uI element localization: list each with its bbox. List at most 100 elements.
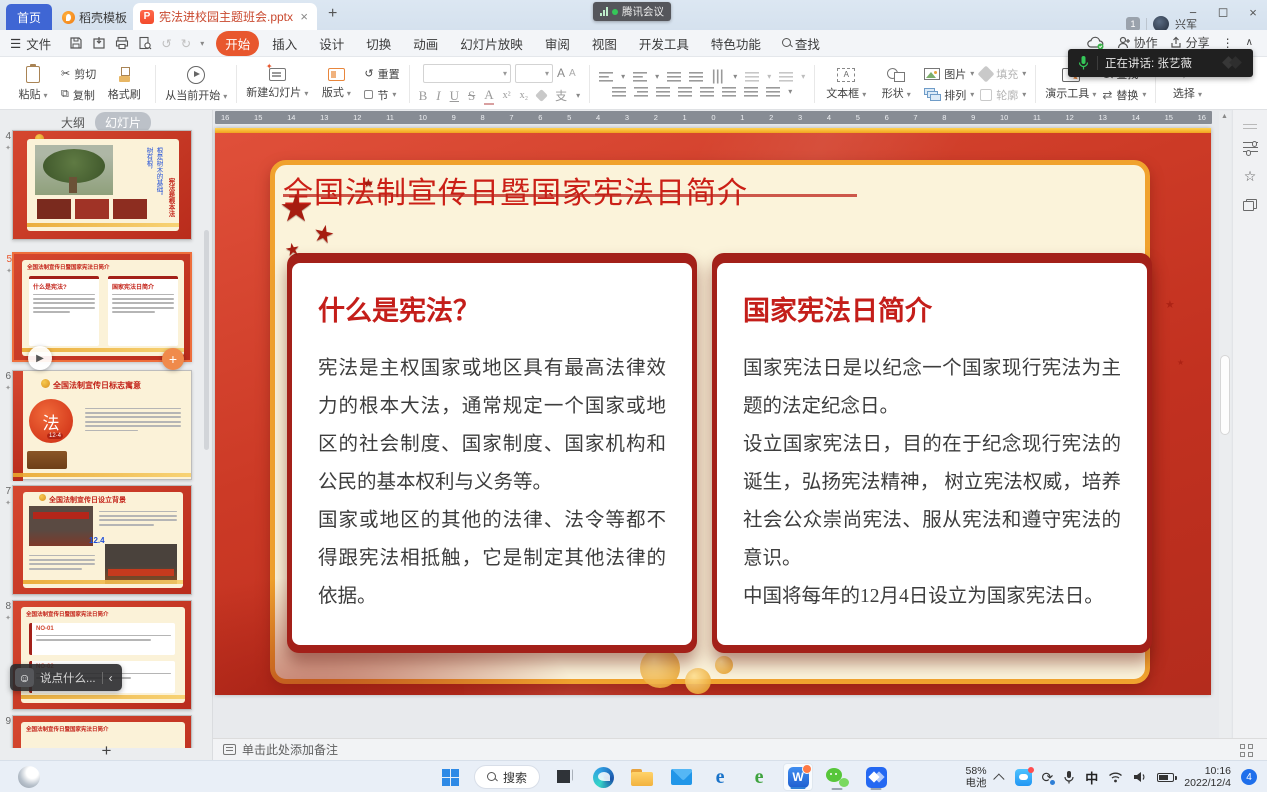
object-properties-icon[interactable] [1242, 140, 1258, 158]
meeting-speaking-bar[interactable]: 正在讲话: 张艺薇 [1068, 49, 1253, 77]
increase-font-icon[interactable]: A [557, 66, 565, 80]
align-right-icon[interactable] [656, 86, 670, 97]
tab-slideshow[interactable]: 幻灯片放映 [451, 31, 532, 56]
hidden-icons-chevron[interactable] [993, 773, 1004, 784]
decrease-font-icon[interactable]: A [569, 68, 576, 79]
scrollbar-thumb[interactable] [1220, 355, 1230, 435]
slide-sorter-icon[interactable] [1240, 744, 1253, 757]
save-icon[interactable] [69, 36, 83, 50]
fill-button[interactable]: 填充 ▾ [980, 66, 1026, 82]
slide-title[interactable]: 全国法制宣传日暨国家宪法日简介 [283, 168, 748, 212]
selection-pane-icon[interactable] [1242, 198, 1258, 216]
bullet-list-icon[interactable] [599, 71, 613, 82]
notification-badge[interactable]: 4 [1241, 769, 1257, 785]
text-align-vertical-icon[interactable] [766, 86, 780, 97]
taskbar-search[interactable]: 搜索 [474, 765, 540, 789]
cut-button[interactable]: ✂剪切 [61, 66, 96, 82]
new-tab-button[interactable]: + [328, 5, 337, 23]
meeting-chat-bubble[interactable]: ☺ 说点什么... ‹ [10, 664, 122, 691]
widgets-button[interactable] [18, 766, 40, 788]
play-slideshow-button[interactable]: ▶ [28, 346, 52, 370]
text-box-button[interactable]: A 文本框 ▾ [824, 68, 868, 101]
clear-format-icon[interactable] [535, 89, 548, 102]
tencent-meeting-button[interactable] [861, 763, 891, 791]
tencent-meeting-pill[interactable]: 腾讯会议 [593, 2, 671, 21]
new-slide-button[interactable]: 新建幻灯片 ▾ [246, 68, 308, 100]
quick-access-caret-icon[interactable]: ▾ [200, 39, 204, 48]
add-slide-button[interactable]: + [0, 742, 213, 760]
paragraph-spacing-icon[interactable] [744, 86, 758, 97]
slide-thumbnail-4[interactable]: 4 ✦ 树有根， 根是树木的基础。 宪法是根本法 [12, 130, 192, 240]
browser-green-e-button[interactable]: e [744, 763, 774, 791]
undo-icon[interactable]: ↺ [161, 36, 171, 51]
text-tool-button[interactable]: 支 [555, 87, 567, 104]
scroll-up-icon[interactable]: ▲ [1221, 113, 1228, 120]
more-options-icon[interactable]: ⋮ [1222, 36, 1234, 50]
collapse-ribbon-icon[interactable]: ∧ [1246, 37, 1253, 48]
wifi-icon[interactable] [1108, 771, 1123, 783]
doc-count-badge[interactable]: 1 [1126, 17, 1140, 31]
edge-browser-button[interactable] [588, 763, 618, 791]
panel-handle-icon[interactable] [1242, 116, 1258, 134]
justify-icon[interactable] [678, 86, 692, 97]
file-explorer-button[interactable] [627, 763, 657, 791]
bold-button[interactable]: B [419, 88, 428, 104]
new-slide-floating-button[interactable]: + [162, 348, 184, 370]
numbered-list-icon[interactable] [633, 71, 647, 82]
card-what-is-constitution[interactable]: 什么是宪法？ 宪法是主权国家或地区具有最高法律效力的根本大法，通常规定一个国家或… [287, 253, 697, 653]
card-constitution-day[interactable]: 国家宪法日简介 国家宪法日是以纪念一个国家现行宪法为主题的法定纪念日。 设立国家… [712, 253, 1152, 653]
mail-button[interactable] [666, 763, 696, 791]
slide-thumbnail-8[interactable]: 8 ✦ 全国法制宣传日暨国家宪法日简介 NO-01 NO-02 [12, 600, 192, 710]
picture-button[interactable]: 图片 ▾ [924, 66, 974, 82]
clock[interactable]: 10:16 2022/12/4 [1184, 765, 1231, 789]
tab-transition[interactable]: 切换 [357, 31, 400, 56]
line-spacing-icon[interactable] [722, 86, 736, 97]
reset-button[interactable]: ↺重置 [364, 66, 399, 82]
font-color-button[interactable]: A [484, 87, 493, 105]
messaging-tray-icon[interactable] [1015, 769, 1032, 786]
format-painter-button[interactable]: 格式刷 [102, 67, 146, 102]
tab-insert[interactable]: 插入 [263, 31, 306, 56]
play-from-current-button[interactable]: 从当前开始 ▾ [165, 66, 227, 103]
task-view-button[interactable] [549, 763, 579, 791]
replace-button[interactable]: ⇄替换 ▾ [1102, 87, 1146, 103]
effects-star-icon[interactable]: ☆ [1242, 168, 1258, 185]
sidebar-scrollbar[interactable] [204, 230, 209, 450]
collapse-chat-icon[interactable]: ‹ [109, 671, 113, 685]
tab-animation[interactable]: 动画 [404, 31, 447, 56]
speaker-icon[interactable] [1133, 771, 1147, 783]
tab-home-ribbon[interactable]: 开始 [216, 31, 259, 56]
layout-button[interactable]: 版式 ▾ [314, 68, 358, 100]
slide-thumbnail-6[interactable]: 6 ✦ 全国法制宣传日标志寓意 法 12·4 [12, 370, 192, 480]
align-center-icon[interactable] [634, 86, 648, 97]
strikethrough-button[interactable]: S [468, 88, 475, 104]
start-button[interactable] [435, 763, 465, 791]
shapes-button[interactable]: 形状 ▾ [874, 68, 918, 101]
section-button[interactable]: 节 ▾ [364, 87, 399, 103]
export-icon[interactable] [92, 36, 106, 50]
chat-placeholder[interactable]: 说点什么... [40, 670, 96, 686]
decrease-indent-icon[interactable] [667, 71, 681, 82]
print-icon[interactable] [115, 36, 129, 50]
align-left-icon[interactable] [612, 86, 626, 97]
text-direction-icon[interactable] [745, 71, 759, 82]
align-objects-icon[interactable] [779, 71, 793, 82]
underline-button[interactable]: U [450, 88, 459, 104]
italic-button[interactable]: I [436, 88, 440, 104]
arrange-button[interactable]: 排列 ▾ [924, 87, 974, 103]
vertical-scrollbar[interactable]: ▲ [1219, 111, 1231, 738]
notes-bar[interactable]: 单击此处添加备注 [213, 738, 1267, 760]
tab-document[interactable]: P 宪法进校园主题班会.pptx × [133, 3, 317, 30]
sync-tray-icon[interactable]: ⟳ [1042, 769, 1054, 786]
subscript-button[interactable]: x₂ [520, 90, 529, 101]
tab-special-features[interactable]: 特色功能 [702, 31, 770, 56]
tab-home[interactable]: 首页 [6, 4, 52, 30]
wps-office-button[interactable]: W [783, 763, 813, 791]
print-preview-icon[interactable] [138, 36, 152, 50]
tab-design[interactable]: 设计 [310, 31, 353, 56]
font-size-select[interactable]: ▾ [515, 64, 553, 83]
mic-tray-icon[interactable] [1063, 770, 1075, 785]
wechat-button[interactable] [822, 763, 852, 791]
slide-thumbnail-5-selected[interactable]: 5 ✦ 全国法制宣传日暨国家宪法日简介 什么是宪法? 国家宪法日简介 ▶ + [12, 252, 192, 362]
emoji-icon[interactable]: ☺ [15, 668, 34, 687]
